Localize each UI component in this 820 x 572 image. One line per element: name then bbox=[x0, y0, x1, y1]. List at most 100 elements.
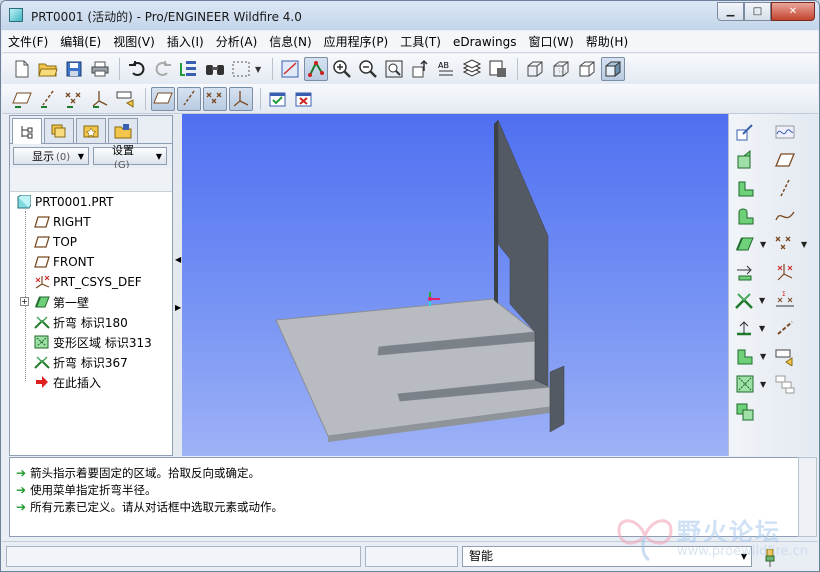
rip-icon[interactable] bbox=[773, 232, 797, 256]
tree-item-csys[interactable]: PRT_CSYS_DEF bbox=[10, 272, 172, 292]
menu-file[interactable]: 文件(F) bbox=[2, 32, 54, 52]
bend-tool-icon[interactable] bbox=[773, 204, 797, 228]
unbend-icon[interactable] bbox=[773, 316, 797, 340]
csys-display-icon[interactable] bbox=[88, 87, 112, 111]
appearance-icon[interactable] bbox=[486, 57, 510, 81]
wireframe-icon[interactable] bbox=[523, 57, 547, 81]
sketch-icon[interactable] bbox=[733, 120, 757, 144]
axis-tag-icon[interactable] bbox=[177, 86, 201, 111]
menu-applications[interactable]: 应用程序(P) bbox=[318, 32, 395, 52]
split-area-icon[interactable] bbox=[733, 400, 757, 424]
tree-item-right[interactable]: RIGHT bbox=[10, 212, 172, 232]
menu-info[interactable]: 信息(N) bbox=[263, 32, 317, 52]
model-tree-tab[interactable] bbox=[12, 118, 42, 144]
zoom-in-icon[interactable] bbox=[330, 57, 354, 81]
confirm-icon[interactable] bbox=[266, 87, 290, 111]
deform-area-tool-icon[interactable] bbox=[733, 316, 757, 340]
chevron-down-icon[interactable]: ▼ bbox=[760, 240, 766, 249]
status-field bbox=[365, 546, 458, 567]
folder-tab[interactable] bbox=[108, 118, 138, 143]
favorites-tab[interactable] bbox=[76, 118, 106, 143]
menu-edrawings[interactable]: eDrawings bbox=[447, 32, 523, 52]
expand-right-icon[interactable]: ▶ bbox=[175, 303, 181, 312]
settings-dropdown[interactable]: 设置(G) ▼ bbox=[93, 144, 167, 171]
cancel-icon[interactable] bbox=[292, 87, 316, 111]
menu-help[interactable]: 帮助(H) bbox=[580, 32, 634, 52]
print-icon[interactable] bbox=[88, 57, 112, 81]
zoom-out-icon[interactable] bbox=[356, 57, 380, 81]
annotation-display-icon[interactable] bbox=[114, 87, 138, 111]
tree-item-insert-here[interactable]: 在此插入 bbox=[10, 372, 172, 392]
menu-analysis[interactable]: 分析(A) bbox=[210, 32, 264, 52]
redo-icon[interactable] bbox=[151, 57, 175, 81]
datum-display-icon[interactable] bbox=[304, 57, 328, 81]
menu-window[interactable]: 窗口(W) bbox=[523, 32, 580, 52]
open-folder-icon[interactable] bbox=[36, 57, 60, 81]
menu-tools[interactable]: 工具(T) bbox=[394, 32, 447, 52]
select-dropdown-icon[interactable]: ▼ bbox=[255, 65, 263, 74]
datum-curve-tool-icon[interactable] bbox=[733, 204, 757, 228]
minimize-button[interactable]: ▁ bbox=[717, 2, 744, 21]
bend-back-icon[interactable] bbox=[733, 344, 757, 368]
maximize-button[interactable]: □ bbox=[744, 2, 771, 21]
datum-point-tool-icon[interactable] bbox=[733, 232, 757, 256]
menu-insert[interactable]: 插入(I) bbox=[161, 32, 210, 52]
point-tag-icon[interactable] bbox=[203, 86, 227, 111]
csys-tag-icon[interactable] bbox=[229, 86, 253, 111]
watermark: 野火论坛 www.proewildfire.cn bbox=[611, 506, 816, 568]
datum-curve-icon[interactable] bbox=[773, 120, 797, 144]
expand-icon[interactable]: + bbox=[20, 297, 29, 306]
hidden-line-icon[interactable] bbox=[549, 57, 573, 81]
datum-plane-display-icon[interactable] bbox=[10, 87, 34, 111]
new-file-icon[interactable] bbox=[10, 57, 34, 81]
panel-splitter[interactable]: ◀ ▶ bbox=[173, 115, 182, 456]
chevron-down-icon[interactable]: ▼ bbox=[760, 380, 766, 389]
chevron-down-icon: ▼ bbox=[77, 151, 84, 161]
menu-edit[interactable]: 编辑(E) bbox=[54, 32, 107, 52]
form-icon[interactable] bbox=[773, 260, 797, 284]
find-icon[interactable] bbox=[203, 57, 227, 81]
select-box-icon[interactable] bbox=[229, 57, 253, 81]
save-icon[interactable] bbox=[62, 57, 86, 81]
plane-tag-icon[interactable] bbox=[151, 86, 175, 111]
datum-toolbar bbox=[2, 84, 818, 114]
flat-wall-icon[interactable] bbox=[773, 148, 797, 172]
no-hidden-icon[interactable] bbox=[575, 57, 599, 81]
view-manager-icon[interactable] bbox=[278, 57, 302, 81]
csys-tool-icon[interactable] bbox=[733, 260, 757, 284]
tree-item-bend-367[interactable]: 折弯 标识367 bbox=[10, 352, 172, 372]
datum-plane-tool-icon[interactable] bbox=[733, 148, 757, 172]
tree-item-deform-313[interactable]: 变形区域 标识313 bbox=[10, 332, 172, 352]
tree-item-front[interactable]: FRONT bbox=[10, 252, 172, 272]
tree-item-top[interactable]: TOP bbox=[10, 232, 172, 252]
tree-item-first-wall[interactable]: + 第一壁 bbox=[10, 292, 172, 312]
refit-icon[interactable] bbox=[382, 57, 406, 81]
layer-tab[interactable] bbox=[44, 118, 74, 143]
datum-point-display-icon[interactable] bbox=[62, 87, 86, 111]
flatten-icon[interactable]: Σ bbox=[773, 288, 797, 312]
analysis-icon[interactable] bbox=[733, 288, 757, 312]
menu-view[interactable]: 视图(V) bbox=[107, 32, 161, 52]
close-button[interactable]: ✕ bbox=[771, 2, 815, 21]
corner-relief-icon[interactable] bbox=[773, 344, 797, 368]
extend-wall-icon[interactable] bbox=[773, 176, 797, 200]
chevron-down-icon[interactable]: ▼ bbox=[760, 352, 766, 361]
undo-icon[interactable] bbox=[125, 57, 149, 81]
collapse-left-icon[interactable]: ◀ bbox=[175, 255, 181, 264]
chevron-down-icon[interactable]: ▼ bbox=[801, 240, 807, 249]
tree-item-bend-180[interactable]: 折弯 标识180 bbox=[10, 312, 172, 332]
tree-item-part[interactable]: PRT0001.PRT bbox=[10, 192, 172, 212]
datum-axis-display-icon[interactable] bbox=[36, 87, 60, 111]
layers-icon[interactable] bbox=[460, 57, 484, 81]
chevron-down-icon[interactable]: ▼ bbox=[759, 324, 765, 333]
shading-icon[interactable] bbox=[601, 57, 625, 81]
show-dropdown[interactable]: 显示 (0) ▼ bbox=[13, 147, 89, 165]
chevron-down-icon[interactable]: ▼ bbox=[759, 296, 765, 305]
saved-views-icon[interactable]: AB bbox=[434, 57, 458, 81]
reorient-icon[interactable] bbox=[408, 57, 432, 81]
datum-axis-tool-icon[interactable] bbox=[733, 176, 757, 200]
graphics-viewport[interactable] bbox=[182, 114, 728, 456]
regenerate-icon[interactable] bbox=[177, 57, 201, 81]
merge-icon[interactable] bbox=[733, 372, 757, 396]
relations-icon[interactable] bbox=[773, 372, 797, 396]
